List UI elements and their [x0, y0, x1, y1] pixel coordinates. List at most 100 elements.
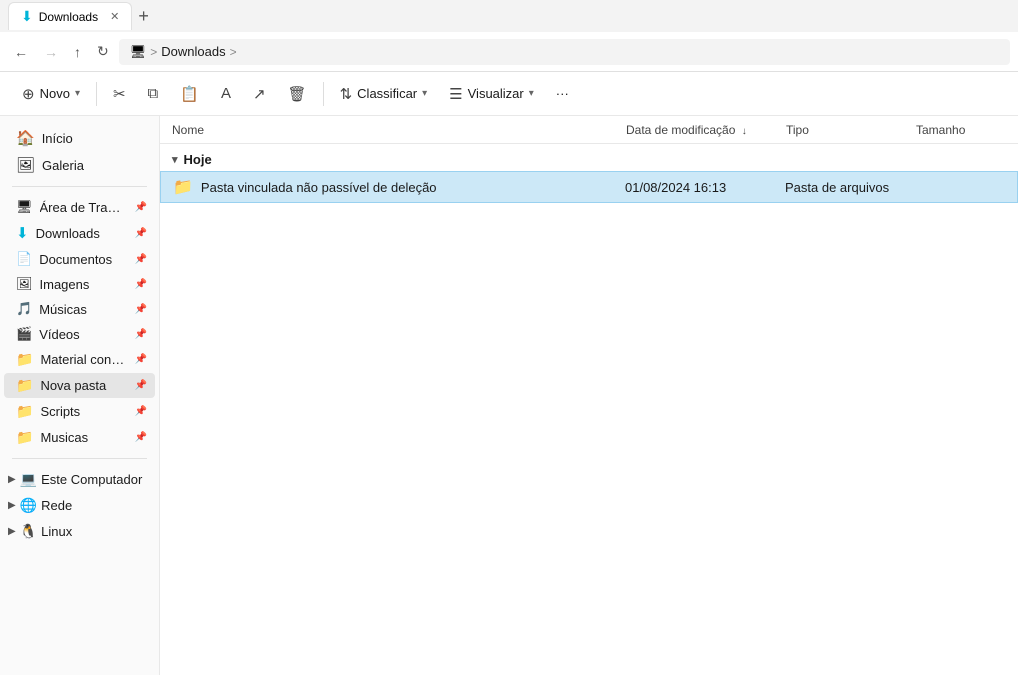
- material-label: Material conceit: [40, 352, 127, 367]
- musicas-icon: 🎵: [16, 301, 32, 317]
- up-button[interactable]: ↑: [68, 40, 87, 64]
- tab-label: Downloads: [39, 10, 98, 24]
- sidebar-item-videos[interactable]: 🎬 Vídeos 📌: [4, 322, 155, 346]
- main-layout: 🏠 Início 🖼 Galeria 🖥 Área de Trabalho 📌 …: [0, 116, 1018, 675]
- cut-button[interactable]: ✂: [103, 79, 136, 109]
- file-date: 01/08/2024 16:13: [625, 180, 785, 195]
- file-folder-icon: 📁: [173, 177, 193, 197]
- sidebar-item-rede[interactable]: ▶ 🌐 Rede: [4, 493, 155, 518]
- musicas2-label: Musicas: [40, 430, 127, 445]
- visualizar-label: Visualizar: [468, 86, 524, 101]
- tab-download-icon: ⬇: [21, 8, 33, 25]
- sidebar-item-musicas[interactable]: 🎵 Músicas 📌: [4, 297, 155, 321]
- scripts-icon: 📁: [16, 403, 33, 420]
- inicio-label: Início: [42, 131, 147, 146]
- pin-icon-material: 📌: [135, 354, 147, 365]
- refresh-button[interactable]: ↻: [91, 39, 115, 64]
- novo-label: Novo: [40, 86, 70, 101]
- more-button[interactable]: ···: [546, 80, 579, 107]
- sidebar-item-galeria[interactable]: 🖼 Galeria: [4, 152, 155, 178]
- back-button[interactable]: ←: [8, 40, 34, 64]
- title-bar: ⬇ Downloads ✕ +: [0, 0, 1018, 32]
- classificar-label: Classificar: [357, 86, 417, 101]
- tab-close-button[interactable]: ✕: [110, 10, 119, 23]
- path-downloads: Downloads: [161, 44, 225, 59]
- visualizar-view-icon: ☰: [449, 85, 462, 103]
- path-separator-2: >: [230, 45, 237, 59]
- computador-icon: 💻: [20, 471, 37, 488]
- galeria-label: Galeria: [42, 158, 147, 173]
- nova-pasta-icon: 📁: [16, 377, 33, 394]
- downloads-label: Downloads: [36, 226, 128, 241]
- address-path[interactable]: 🖥 > Downloads >: [119, 39, 1010, 65]
- toolbar-separator-2: [323, 82, 324, 106]
- classificar-arrow-icon: ▾: [422, 88, 427, 99]
- col-size-header[interactable]: Tamanho: [916, 123, 1006, 137]
- nova-pasta-label: Nova pasta: [40, 378, 127, 393]
- novo-button[interactable]: ⊕ Novo ▾: [12, 79, 90, 109]
- monitor-icon: 🖥: [130, 44, 147, 60]
- pin-icon-musicas: 📌: [135, 304, 147, 315]
- sidebar-item-documentos[interactable]: 📄 Documentos 📌: [4, 247, 155, 271]
- sidebar-item-este-computador[interactable]: ▶ 💻 Este Computador: [4, 467, 155, 492]
- group-chevron-hoje[interactable]: ▾: [172, 153, 178, 166]
- novo-plus-icon: ⊕: [22, 85, 35, 103]
- rede-label: Rede: [41, 498, 147, 513]
- toolbar-separator-1: [96, 82, 97, 106]
- visualizar-arrow-icon: ▾: [529, 88, 534, 99]
- documentos-label: Documentos: [39, 252, 127, 267]
- paste-icon: 📋: [180, 85, 199, 103]
- material-icon: 📁: [16, 351, 33, 368]
- sidebar-item-imagens[interactable]: 🖼 Imagens 📌: [4, 272, 155, 296]
- novo-arrow-icon: ▾: [75, 88, 80, 99]
- sidebar-divider-2: [12, 458, 147, 459]
- expand-arrow-linux: ▶: [8, 526, 16, 537]
- classificar-button[interactable]: ⇅ Classificar ▾: [330, 79, 438, 109]
- pin-icon-desktop: 📌: [135, 202, 147, 213]
- visualizar-button[interactable]: ☰ Visualizar ▾: [439, 79, 544, 109]
- file-name: Pasta vinculada não passível de deleção: [201, 180, 625, 195]
- share-button[interactable]: ↗: [243, 79, 276, 109]
- rename-button[interactable]: A: [211, 79, 241, 108]
- desktop-icon: 🖥: [16, 199, 33, 215]
- sidebar-item-material[interactable]: 📁 Material conceit 📌: [4, 347, 155, 372]
- sidebar-item-linux[interactable]: ▶ 🐧 Linux: [4, 519, 155, 544]
- expand-arrow-rede: ▶: [8, 500, 16, 511]
- sidebar-item-scripts[interactable]: 📁 Scripts 📌: [4, 399, 155, 424]
- col-date-header[interactable]: Data de modificação ↓: [626, 123, 786, 137]
- address-bar: ← → ↑ ↻ 🖥 > Downloads >: [0, 32, 1018, 72]
- col-type-header[interactable]: Tipo: [786, 123, 916, 137]
- linux-label: Linux: [41, 524, 147, 539]
- forward-button[interactable]: →: [38, 40, 64, 64]
- file-row[interactable]: 📁 Pasta vinculada não passível de deleçã…: [160, 171, 1018, 203]
- pin-icon-imagens: 📌: [135, 279, 147, 290]
- col-size-label: Tamanho: [916, 123, 965, 137]
- sidebar-divider-1: [12, 186, 147, 187]
- linux-icon: 🐧: [20, 523, 37, 540]
- sidebar-item-musicas2[interactable]: 📁 Musicas 📌: [4, 425, 155, 450]
- copy-button[interactable]: ⧉: [138, 79, 169, 108]
- col-name-header[interactable]: Nome: [172, 123, 626, 137]
- rede-icon: 🌐: [20, 497, 37, 514]
- cut-icon: ✂: [113, 85, 126, 103]
- pin-icon-nova-pasta: 📌: [135, 380, 147, 391]
- content-area: Nome Data de modificação ↓ Tipo Tamanho …: [160, 116, 1018, 675]
- classificar-sort-icon: ⇅: [340, 85, 353, 103]
- sidebar-item-downloads[interactable]: ⬇ Downloads 📌: [4, 220, 155, 246]
- videos-icon: 🎬: [16, 326, 32, 342]
- paste-button[interactable]: 📋: [170, 79, 209, 109]
- expand-arrow-computador: ▶: [8, 474, 16, 485]
- pin-icon-scripts: 📌: [135, 406, 147, 417]
- delete-button[interactable]: 🗑: [278, 79, 317, 109]
- videos-label: Vídeos: [39, 327, 127, 342]
- pin-icon-videos: 📌: [135, 329, 147, 340]
- new-tab-button[interactable]: +: [138, 6, 149, 27]
- inicio-icon: 🏠: [16, 129, 35, 147]
- pin-icon-documentos: 📌: [135, 254, 147, 265]
- sidebar-item-nova-pasta[interactable]: 📁 Nova pasta 📌: [4, 373, 155, 398]
- col-name-label: Nome: [172, 123, 204, 137]
- desktop-label: Área de Trabalho: [40, 200, 128, 215]
- sidebar-item-inicio[interactable]: 🏠 Início: [4, 125, 155, 151]
- sidebar-item-desktop[interactable]: 🖥 Área de Trabalho 📌: [4, 195, 155, 219]
- browser-tab[interactable]: ⬇ Downloads ✕: [8, 2, 132, 30]
